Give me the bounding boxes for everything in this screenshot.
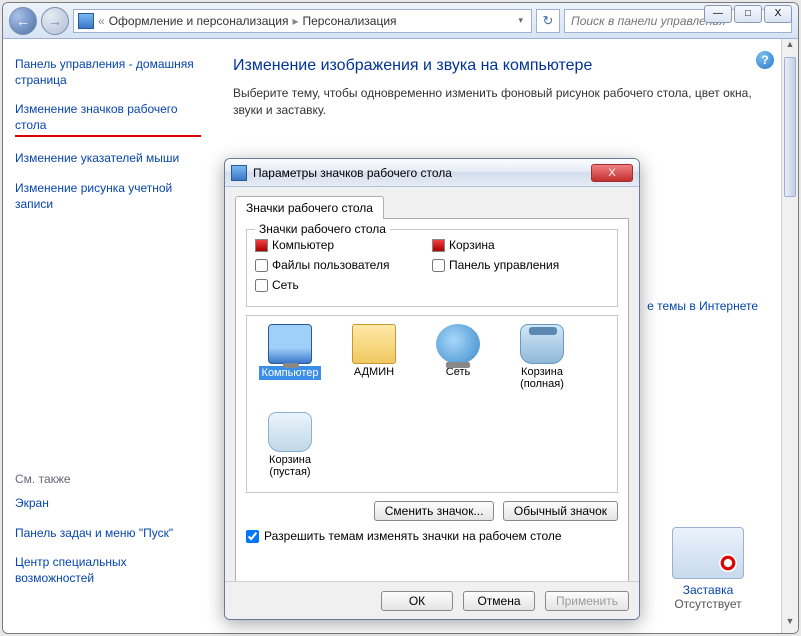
breadcrumb-1[interactable]: Оформление и персонализация [109, 14, 289, 28]
page-description: Выберите тему, чтобы одновременно измени… [233, 85, 778, 119]
page-title: Изменение изображения и звука на компьют… [233, 57, 778, 75]
icon-recycle-empty[interactable]: Корзина (пустая) [255, 412, 325, 478]
seealso-accessibility[interactable]: Центр специальных возможностей [15, 555, 201, 586]
checkbox-computer[interactable]: Компьютер [255, 238, 432, 252]
close-button[interactable]: X [764, 5, 792, 23]
folder-icon [352, 324, 396, 364]
checkbox-input[interactable] [246, 530, 259, 543]
sidebar: Панель управления - домашняя страница Из… [3, 39, 213, 633]
recycle-empty-icon [268, 412, 312, 452]
sidebar-home[interactable]: Панель управления - домашняя страница [15, 57, 201, 88]
checkbox-userfiles[interactable]: Файлы пользователя [255, 258, 432, 272]
checkbox-label: Разрешить темам изменять значки на рабоч… [264, 529, 562, 543]
icon-admin[interactable]: АДМИН [339, 324, 409, 390]
computer-icon [268, 324, 312, 364]
icons-groupbox: Значки рабочего стола Компьютер Корзина … [246, 229, 618, 307]
icon-label: Корзина (пустая) [269, 454, 311, 478]
control-panel-icon [78, 13, 94, 29]
scroll-thumb[interactable] [784, 57, 796, 197]
screensaver-label[interactable]: Заставка [658, 583, 758, 597]
refresh-button[interactable]: ↻ [536, 9, 560, 33]
tab-desktop-icons[interactable]: Значки рабочего стола [235, 196, 384, 219]
minimize-button[interactable]: — [704, 5, 732, 23]
default-icon-button[interactable]: Обычный значок [503, 501, 618, 521]
breadcrumb-sep: « [98, 14, 105, 28]
groupbox-legend: Значки рабочего стола [255, 222, 390, 236]
toolbar: ← → « Оформление и персонализация ▸ Перс… [3, 3, 798, 39]
scroll-down-icon[interactable]: ▼ [782, 616, 798, 633]
screensaver-tile[interactable]: Заставка Отсутствует [658, 527, 758, 611]
back-button[interactable]: ← [9, 7, 37, 35]
checkbox-label: Сеть [272, 278, 299, 292]
icon-recycle-full[interactable]: Корзина (полная) [507, 324, 577, 390]
icon-label: АДМИН [354, 366, 394, 378]
icon-label: Компьютер [259, 366, 322, 380]
dialog-title: Параметры значков рабочего стола [253, 166, 452, 180]
screensaver-value: Отсутствует [658, 597, 758, 611]
screensaver-preview-icon [672, 527, 744, 579]
dialog-footer: ОК Отмена Применить [225, 581, 639, 619]
online-themes-link[interactable]: е темы в Интернете [647, 299, 758, 313]
cancel-button[interactable]: Отмена [463, 591, 535, 611]
allow-themes-checkbox[interactable]: Разрешить темам изменять значки на рабоч… [246, 529, 618, 543]
icon-network[interactable]: Сеть [423, 324, 493, 390]
checked-red-icon [255, 239, 268, 252]
breadcrumb-sep: ▸ [292, 14, 298, 28]
address-dropdown[interactable]: ▾ [514, 15, 527, 26]
recycle-full-icon [520, 324, 564, 364]
checkbox-input[interactable] [255, 259, 268, 272]
dialog-body: Значки рабочего стола Значки рабочего ст… [225, 187, 639, 596]
sidebar-account-picture[interactable]: Изменение рисунка учетной записи [15, 181, 201, 212]
change-icon-button[interactable]: Сменить значок... [374, 501, 495, 521]
checkbox-recycle[interactable]: Корзина [432, 238, 609, 252]
desktop-icons-dialog: Параметры значков рабочего стола X Значк… [224, 158, 640, 620]
checkbox-label: Корзина [449, 238, 495, 252]
breadcrumb-2[interactable]: Персонализация [302, 14, 396, 28]
checkbox-cpanel[interactable]: Панель управления [432, 258, 609, 272]
scroll-up-icon[interactable]: ▲ [782, 39, 798, 56]
address-bar[interactable]: « Оформление и персонализация ▸ Персонал… [73, 9, 532, 33]
checkbox-network[interactable]: Сеть [255, 278, 609, 292]
vertical-scrollbar[interactable]: ▲ ▼ [781, 39, 798, 633]
checked-red-icon [432, 239, 445, 252]
help-icon[interactable]: ? [756, 51, 774, 69]
icon-computer[interactable]: Компьютер [255, 324, 325, 390]
dialog-titlebar[interactable]: Параметры значков рабочего стола X [225, 159, 639, 187]
sidebar-desktop-icons[interactable]: Изменение значков рабочего стола [15, 102, 201, 137]
icon-label: Корзина (полная) [520, 366, 564, 390]
maximize-button[interactable]: □ [734, 5, 762, 23]
icon-preview-list: Компьютер АДМИН Сеть Корзина (полная) [246, 315, 618, 493]
checkbox-input[interactable] [255, 279, 268, 292]
checkbox-input[interactable] [432, 259, 445, 272]
checkbox-label: Панель управления [449, 258, 559, 272]
checkbox-label: Компьютер [272, 238, 334, 252]
dialog-close-button[interactable]: X [591, 164, 633, 182]
apply-button[interactable]: Применить [545, 591, 629, 611]
forward-button[interactable]: → [41, 7, 69, 35]
ok-button[interactable]: ОК [381, 591, 453, 611]
seealso-display[interactable]: Экран [15, 496, 201, 512]
dialog-icon [231, 165, 247, 181]
seealso-taskbar[interactable]: Панель задач и меню "Пуск" [15, 526, 201, 542]
tab-panel: Значки рабочего стола Компьютер Корзина … [235, 218, 629, 588]
see-also-label: См. также [15, 472, 201, 486]
window-controls: — □ X [704, 5, 792, 23]
network-icon [436, 324, 480, 364]
sidebar-mouse-pointers[interactable]: Изменение указателей мыши [15, 151, 201, 167]
checkbox-label: Файлы пользователя [272, 258, 389, 272]
